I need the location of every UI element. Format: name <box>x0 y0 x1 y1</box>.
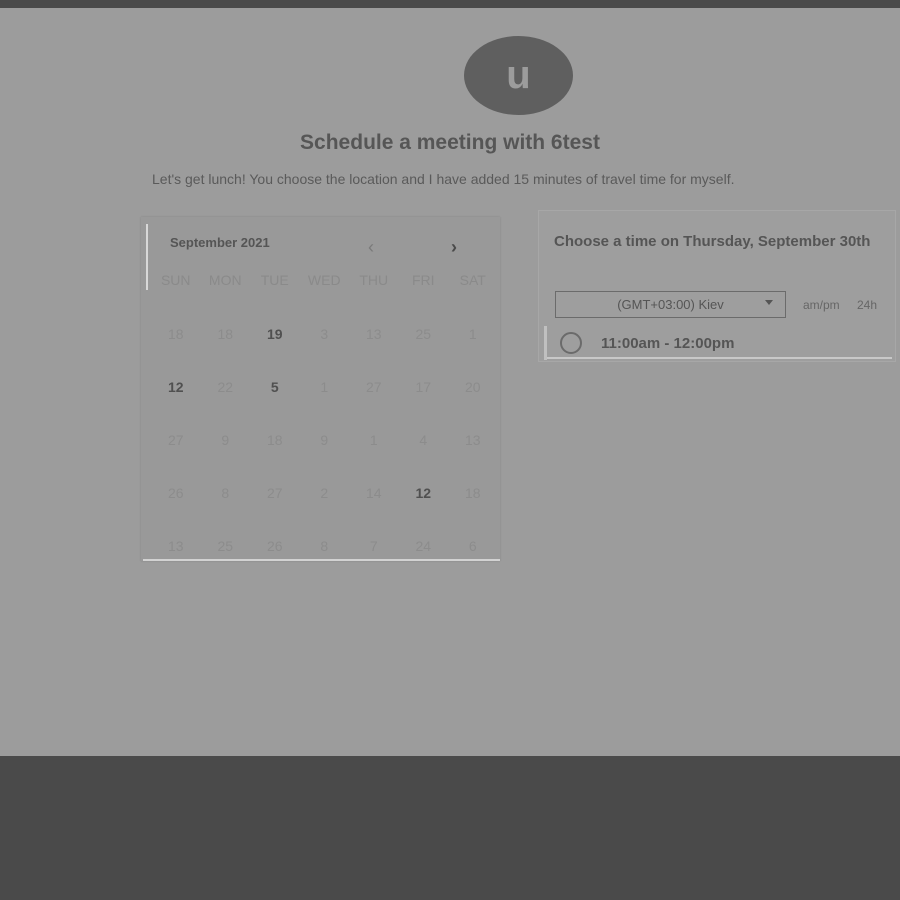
time-slot[interactable]: 11:00am - 12:00pm <box>544 326 890 360</box>
calendar-day: 4 <box>419 431 428 448</box>
weekday-label: THU <box>359 272 389 288</box>
weekday-label: MON <box>208 272 242 288</box>
calendar-day: 14 <box>365 484 382 501</box>
calendar-day-available[interactable]: 12 <box>151 360 201 413</box>
calendar-day: 7 <box>369 537 378 554</box>
calendar-day: 24 <box>415 537 432 554</box>
calendar-day: 20 <box>464 378 481 395</box>
calendar-day-available[interactable]: 19 <box>250 307 300 360</box>
calendar-day: 8 <box>320 537 329 554</box>
calendar-day: 13 <box>464 431 481 448</box>
calendar-day: 25 <box>415 325 432 342</box>
calendar-day: 1 <box>468 325 477 342</box>
calendar-day: 9 <box>221 431 230 448</box>
calendar-day: 22 <box>217 378 234 395</box>
calendar-bottom-border <box>143 559 500 561</box>
caret-down-icon <box>765 300 773 305</box>
calendar-day: 17 <box>415 378 432 395</box>
calendar-day: 18 <box>464 484 481 501</box>
calendar-day: 25 <box>217 537 234 554</box>
timezone-value: (GMT+03:00) Kiev <box>617 297 724 312</box>
weekday-header: SUN MON TUE WED THU FRI SAT <box>151 272 498 288</box>
footer-bar <box>0 756 900 900</box>
calendar-accent <box>146 224 148 290</box>
page-title: Schedule a meeting with 6test <box>300 131 600 154</box>
calendar-day-available[interactable]: 5 <box>250 360 300 413</box>
calendar-day: 18 <box>167 325 184 342</box>
calendar-day: 18 <box>266 431 283 448</box>
calendar-day: 27 <box>266 484 283 501</box>
calendar-day: 13 <box>167 537 184 554</box>
chevron-right-icon: › <box>451 236 457 257</box>
meeting-description: Let's get lunch! You choose the location… <box>152 171 735 187</box>
radio-icon[interactable] <box>560 332 582 354</box>
calendar-day: 1 <box>320 378 329 395</box>
weekday-label: FRI <box>411 272 435 288</box>
calendar-day: 27 <box>365 378 382 395</box>
24h-format-toggle[interactable]: 24h <box>857 298 877 312</box>
calendar-day: 18 <box>217 325 234 342</box>
calendar: September 2021 ‹ › SUN MON TUE WED THU F… <box>141 217 500 561</box>
weekday-label: WED <box>307 272 341 288</box>
calendar-day: 27 <box>167 431 184 448</box>
time-selection-panel: Choose a time on Thursday, September 30t… <box>538 210 896 362</box>
calendar-day-available[interactable]: 12 <box>399 466 449 519</box>
calendar-month-label: September 2021 <box>170 235 270 250</box>
time-slot-label: 11:00am - 12:00pm <box>601 334 735 352</box>
avatar-initial: u <box>506 53 531 97</box>
weekday-label: TUE <box>260 272 289 288</box>
top-bar <box>0 0 900 8</box>
calendar-day: 26 <box>266 537 283 554</box>
timezone-select[interactable]: (GMT+03:00) Kiev <box>555 291 786 318</box>
chevron-left-icon: ‹ <box>368 236 374 257</box>
time-panel-heading: Choose a time on Thursday, September 30t… <box>554 233 871 250</box>
calendar-day: 2 <box>320 484 329 501</box>
calendar-day: 1 <box>369 431 378 448</box>
avatar: u <box>464 36 573 115</box>
ampm-format-toggle[interactable]: am/pm <box>803 298 840 312</box>
calendar-day: 6 <box>468 537 477 554</box>
calendar-day: 9 <box>320 431 329 448</box>
calendar-day: 3 <box>320 325 329 342</box>
calendar-day: 8 <box>221 484 230 501</box>
calendar-days: 18 18 19 3 13 25 1 12 22 5 1 27 17 20 27 9 18 9 1 4 13 26 8 27 2… <box>151 307 498 572</box>
time-slot-divider <box>547 357 892 359</box>
calendar-day: 13 <box>365 325 382 342</box>
calendar-day: 26 <box>167 484 184 501</box>
weekday-label: SUN <box>160 272 191 288</box>
next-month-button[interactable]: › <box>440 233 468 261</box>
weekday-label: SAT <box>459 272 486 288</box>
prev-month-button[interactable]: ‹ <box>357 233 385 261</box>
